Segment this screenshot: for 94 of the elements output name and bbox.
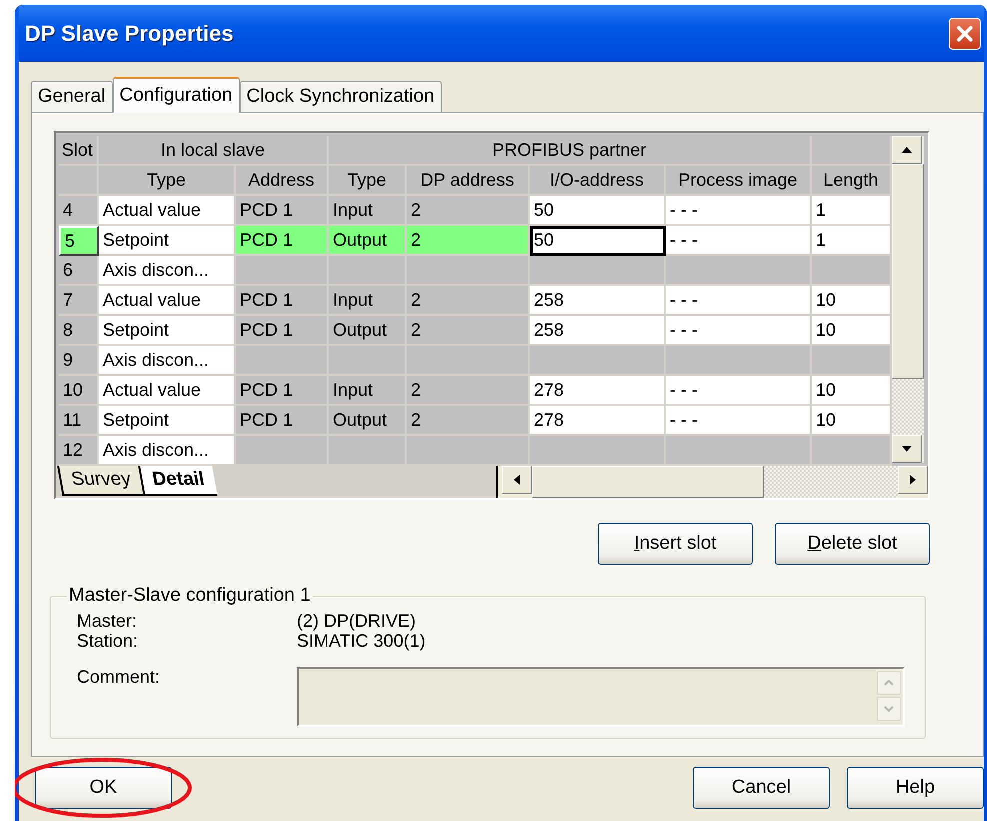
dialog-button[interactable]: Help bbox=[847, 767, 984, 809]
column-header: I/O-address bbox=[530, 166, 666, 196]
table-cell: 2 bbox=[407, 406, 530, 436]
table-cell: 50 bbox=[530, 196, 666, 226]
column-header: Process image bbox=[666, 166, 812, 196]
group-title: Master-Slave configuration 1 bbox=[68, 585, 312, 607]
table-cell: Input bbox=[329, 376, 407, 406]
table-cell: Output bbox=[329, 316, 407, 346]
sheet-tab[interactable]: Detail bbox=[138, 466, 218, 496]
table-cell: Axis discon... bbox=[99, 346, 236, 376]
slot-cell[interactable]: 8 bbox=[59, 316, 99, 346]
table-cell: - - - bbox=[666, 196, 812, 226]
table-cell: Output bbox=[329, 226, 407, 256]
field-label: Master: bbox=[77, 611, 138, 631]
table-cell: - - - bbox=[666, 376, 812, 406]
table-cell: Axis discon... bbox=[99, 436, 236, 466]
scroll-left-button[interactable] bbox=[502, 466, 532, 494]
table-cell: Input bbox=[329, 286, 407, 316]
table-cell: Actual value bbox=[99, 196, 236, 226]
tab[interactable]: Configuration bbox=[112, 77, 240, 113]
table-cell: 278 bbox=[530, 376, 666, 406]
table-cell: - - - bbox=[666, 226, 812, 256]
table-cell: Input bbox=[329, 196, 407, 226]
table-cell: Setpoint bbox=[99, 226, 236, 256]
column-header: In local slave bbox=[99, 136, 329, 166]
table-cell: PCD 1 bbox=[236, 286, 329, 316]
slot-cell[interactable]: 5 bbox=[59, 226, 99, 256]
field-value: (2) DP(DRIVE) bbox=[297, 611, 418, 631]
table-cell: 2 bbox=[407, 376, 530, 406]
table-cell: 10 bbox=[812, 286, 892, 316]
column-header: Length bbox=[812, 166, 892, 196]
table-cell: - - - bbox=[666, 316, 812, 346]
slot-cell[interactable]: 11 bbox=[59, 406, 99, 436]
column-header: Type bbox=[99, 166, 236, 196]
table-cell: 2 bbox=[407, 286, 530, 316]
table-cell: 278 bbox=[530, 406, 666, 436]
horizontal-scrollbar[interactable] bbox=[502, 466, 928, 498]
slot-button[interactable]: Delete slot bbox=[775, 523, 930, 565]
field-label: Station: bbox=[77, 631, 140, 651]
table-cell: 2 bbox=[407, 196, 530, 226]
left-arrow-icon bbox=[513, 474, 521, 486]
tab[interactable]: General bbox=[31, 81, 113, 112]
table-cell: PCD 1 bbox=[236, 376, 329, 406]
column-header: PROFIBUS partner bbox=[329, 136, 812, 166]
table-cell: PCD 1 bbox=[236, 406, 329, 436]
dialog-button[interactable]: Cancel bbox=[693, 767, 830, 809]
table-cell: 2 bbox=[407, 316, 530, 346]
column-header: Slot bbox=[59, 136, 99, 166]
table-cell: PCD 1 bbox=[236, 226, 329, 256]
table-cell: PCD 1 bbox=[236, 316, 329, 346]
table-cell: 50 bbox=[530, 226, 666, 256]
up-arrow-icon bbox=[901, 146, 913, 154]
table-cell: Setpoint bbox=[99, 406, 236, 436]
right-arrow-icon bbox=[909, 474, 917, 486]
table-cell: PCD 1 bbox=[236, 196, 329, 226]
slot-cell[interactable]: 12 bbox=[59, 436, 99, 466]
field-value: SIMATIC 300(1) bbox=[297, 631, 427, 651]
table-cell: Setpoint bbox=[99, 316, 236, 346]
close-button[interactable] bbox=[949, 18, 981, 50]
slot-button[interactable]: Insert slot bbox=[598, 523, 753, 565]
table-cell: - - - bbox=[666, 286, 812, 316]
table-cell: Output bbox=[329, 406, 407, 436]
table-cell: 10 bbox=[812, 406, 892, 436]
table-cell: Actual value bbox=[99, 376, 236, 406]
header-cell bbox=[59, 166, 99, 196]
field-label: Comment: bbox=[77, 667, 162, 689]
table-cell: 258 bbox=[530, 286, 666, 316]
slot-cell[interactable]: 9 bbox=[59, 346, 99, 376]
slot-cell[interactable]: 7 bbox=[59, 286, 99, 316]
down-arrow-icon bbox=[901, 445, 913, 453]
window-title: DP Slave Properties bbox=[25, 20, 234, 46]
tab[interactable]: Clock Synchronization bbox=[240, 81, 442, 112]
table-cell: 1 bbox=[812, 196, 892, 226]
table-cell: Actual value bbox=[99, 286, 236, 316]
scroll-thumb[interactable] bbox=[532, 466, 764, 498]
table-cell: 258 bbox=[530, 316, 666, 346]
column-header: DP address bbox=[407, 166, 530, 196]
table-cell: 10 bbox=[812, 376, 892, 406]
scroll-thumb[interactable] bbox=[892, 164, 924, 379]
table-cell: Axis discon... bbox=[99, 256, 236, 286]
sheet-tab[interactable]: Survey bbox=[57, 466, 144, 496]
close-icon bbox=[955, 24, 975, 44]
table-cell: 10 bbox=[812, 316, 892, 346]
column-header: Type bbox=[329, 166, 407, 196]
table-cell: 2 bbox=[407, 226, 530, 256]
dialog-button[interactable]: OK bbox=[35, 767, 172, 809]
slot-cell[interactable]: 6 bbox=[59, 256, 99, 286]
slot-cell[interactable]: 4 bbox=[59, 196, 99, 226]
slot-cell[interactable]: 10 bbox=[59, 376, 99, 406]
table-cell: - - - bbox=[666, 406, 812, 436]
scroll-right-button[interactable] bbox=[898, 466, 928, 494]
table-cell: 1 bbox=[812, 226, 892, 256]
column-header: Address bbox=[236, 166, 329, 196]
vertical-scrollbar[interactable] bbox=[892, 136, 924, 463]
